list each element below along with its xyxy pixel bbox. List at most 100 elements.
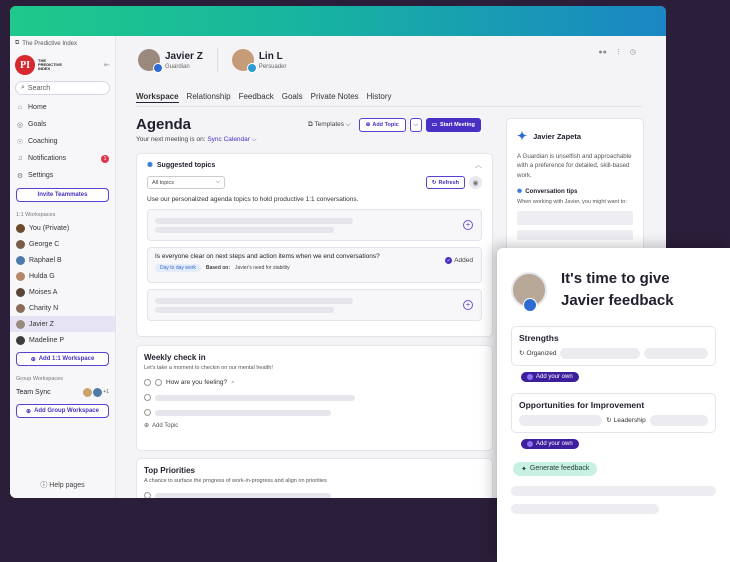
nav-label: Coaching [28, 138, 58, 145]
add-your-own-button[interactable]: Add your own [521, 371, 579, 382]
workspace-item[interactable]: Charity N [10, 300, 115, 316]
add-topic-link[interactable]: ⊕ Add Topic [144, 422, 485, 430]
refresh-button[interactable]: ↻ Refresh [425, 176, 465, 189]
workspace-item[interactable]: Raphael B [10, 252, 115, 268]
tab-private-notes[interactable]: Private Notes [311, 92, 359, 103]
add-one-on-one-workspace-button[interactable]: ⊕ Add 1:1 Workspace [16, 352, 109, 366]
participant-role: Guardian [165, 63, 190, 70]
checklist-item[interactable]: How are you feeling? ⌕ [144, 375, 485, 390]
team-extra-count: +1 [103, 389, 109, 395]
checkbox[interactable] [144, 394, 151, 401]
workspace-item[interactable]: You (Private) [10, 220, 115, 236]
placeholder-block [517, 211, 633, 226]
based-on-label: Based on: [205, 265, 231, 271]
page-title: Agenda [136, 116, 192, 133]
tab-history[interactable]: History [367, 92, 392, 103]
add-topic-circle-icon[interactable]: + [463, 220, 473, 230]
one-on-one-section-label: 1:1 Workspaces [16, 212, 56, 218]
workspace-label: Charity N [29, 304, 59, 312]
nav-label: Goals [28, 121, 47, 128]
nav-item-goals[interactable]: ◎ Goals [10, 116, 115, 133]
templates-dropdown[interactable]: ⧉ Templates ⌵ [308, 121, 351, 129]
check-icon: ✓ [445, 257, 453, 264]
checklist-item[interactable] [144, 390, 485, 405]
collapse-sidebar-icon[interactable]: ⇤ [104, 61, 110, 69]
profile-header: ✦ Javier Zapeta [517, 129, 633, 143]
placeholder-bar [511, 503, 659, 514]
more-options-icon[interactable]: ⋮ [615, 48, 622, 56]
participant-lin[interactable]: Lin L Persuader [231, 49, 287, 73]
improvement-box: Opportunities for Improvement ↻ Leadershi… [511, 392, 716, 433]
placeholder-bar [155, 409, 331, 416]
nav-item-settings[interactable]: ⚙ Settings [10, 167, 115, 184]
bell-icon: ♫ [17, 155, 23, 162]
nav-item-notifications[interactable]: ♫ Notifications 1 [10, 150, 115, 167]
placeholder-bar [155, 218, 353, 224]
suggested-filter-row: All topics ⌵ ↻ Refresh ◉ [147, 176, 482, 189]
generate-feedback-button[interactable]: ✦ Generate feedback [513, 461, 598, 476]
add-topic-button[interactable]: ⊕ Add Topic [358, 118, 406, 132]
card-title: Suggested topics [156, 161, 216, 169]
templates-icon: ⧉ [308, 121, 313, 128]
divider [216, 48, 218, 72]
help-pages-link[interactable]: ⓘ Help pages [10, 480, 115, 490]
tab-workspace[interactable]: Workspace [136, 92, 179, 103]
improvement-tag[interactable]: ↻ Leadership [606, 416, 646, 425]
tab-relationship[interactable]: Relationship [187, 92, 231, 103]
invite-teammates-button[interactable]: Invite Teammates [16, 188, 109, 202]
nav-item-home[interactable]: ⌂ Home [10, 99, 115, 116]
participant-javier[interactable]: Javier Z Guardian [138, 49, 203, 73]
checkbox[interactable] [144, 409, 151, 416]
sync-calendar-link[interactable]: Sync Calendar [207, 136, 250, 143]
start-meeting-button[interactable]: ▭ Start Meeting [425, 118, 481, 132]
add-group-workspace-button[interactable]: ⊕ Add Group Workspace [16, 404, 109, 418]
workspace-item[interactable]: Madeline P [10, 332, 115, 348]
added-status: ✓ Added [445, 257, 473, 264]
plus-icon: ⊕ [144, 423, 150, 429]
placeholder-bar [155, 307, 334, 313]
participant-name: Javier Z [165, 50, 203, 62]
workspace-item[interactable]: Hulda G [10, 268, 115, 284]
lightbulb-icon: ✺ [147, 162, 153, 169]
next-meeting-prefix: Your next meeting is on: [136, 136, 206, 143]
settings-round-icon[interactable]: ◉ [469, 176, 482, 189]
templates-label: Templates [314, 121, 344, 128]
strength-tag[interactable]: ↻ Organized [519, 349, 556, 358]
checkbox[interactable] [144, 379, 151, 386]
avatar [83, 387, 93, 397]
add-topic-dropdown-chevron-icon[interactable]: ⌵ [409, 118, 422, 132]
workspace-label: Madeline P [29, 336, 65, 344]
add-topic-circle-icon[interactable]: + [463, 300, 473, 310]
add-your-own-button[interactable]: Add your own [521, 438, 579, 449]
conversation-tips-subtitle: When working with Javier, you might want… [517, 198, 627, 205]
guardian-badge-icon [153, 63, 163, 73]
workspace-item[interactable]: Moises A [10, 284, 115, 300]
workspace-item-active[interactable]: Javier Z [10, 316, 115, 332]
workspace-label: Javier Z [29, 320, 54, 328]
external-link-icon: ⧉ [15, 40, 20, 46]
topic-filter-select[interactable]: All topics ⌵ [147, 176, 225, 189]
tab-goals[interactable]: Goals [282, 92, 303, 103]
search-input[interactable]: ⌕ Search [15, 81, 110, 95]
placeholder-bar [155, 227, 334, 233]
group-workspace-label: Team Sync [16, 388, 51, 396]
coaching-icon: ☉ [16, 138, 24, 146]
chevron-up-icon[interactable]: ︿ [475, 160, 482, 170]
group-workspace-item[interactable]: Team Sync +1 [10, 384, 115, 400]
sidebar: ⧉ The Predictive Index PI THE PREDICTIVE… [10, 36, 116, 498]
app-banner [10, 6, 666, 36]
tab-feedback[interactable]: Feedback [239, 92, 274, 103]
checklist-item[interactable] [144, 488, 485, 498]
notification-badge: 1 [101, 154, 109, 163]
brand-top-link[interactable]: ⧉ The Predictive Index [10, 36, 115, 51]
suggested-topic-item: Is everyone clear on next steps and acti… [147, 247, 482, 283]
checklist-item[interactable] [144, 405, 485, 420]
checkbox[interactable] [144, 492, 151, 498]
dot-icon [527, 373, 533, 380]
workspace-item[interactable]: George C [10, 236, 115, 252]
clock-icon[interactable]: ◷ [630, 48, 636, 56]
topic-question: Is everyone clear on next steps and acti… [155, 253, 380, 260]
participants-avatars-icon[interactable]: ●● [598, 49, 606, 56]
plus-icon: ⊕ [26, 408, 32, 415]
nav-item-coaching[interactable]: ☉ Coaching [10, 133, 115, 150]
